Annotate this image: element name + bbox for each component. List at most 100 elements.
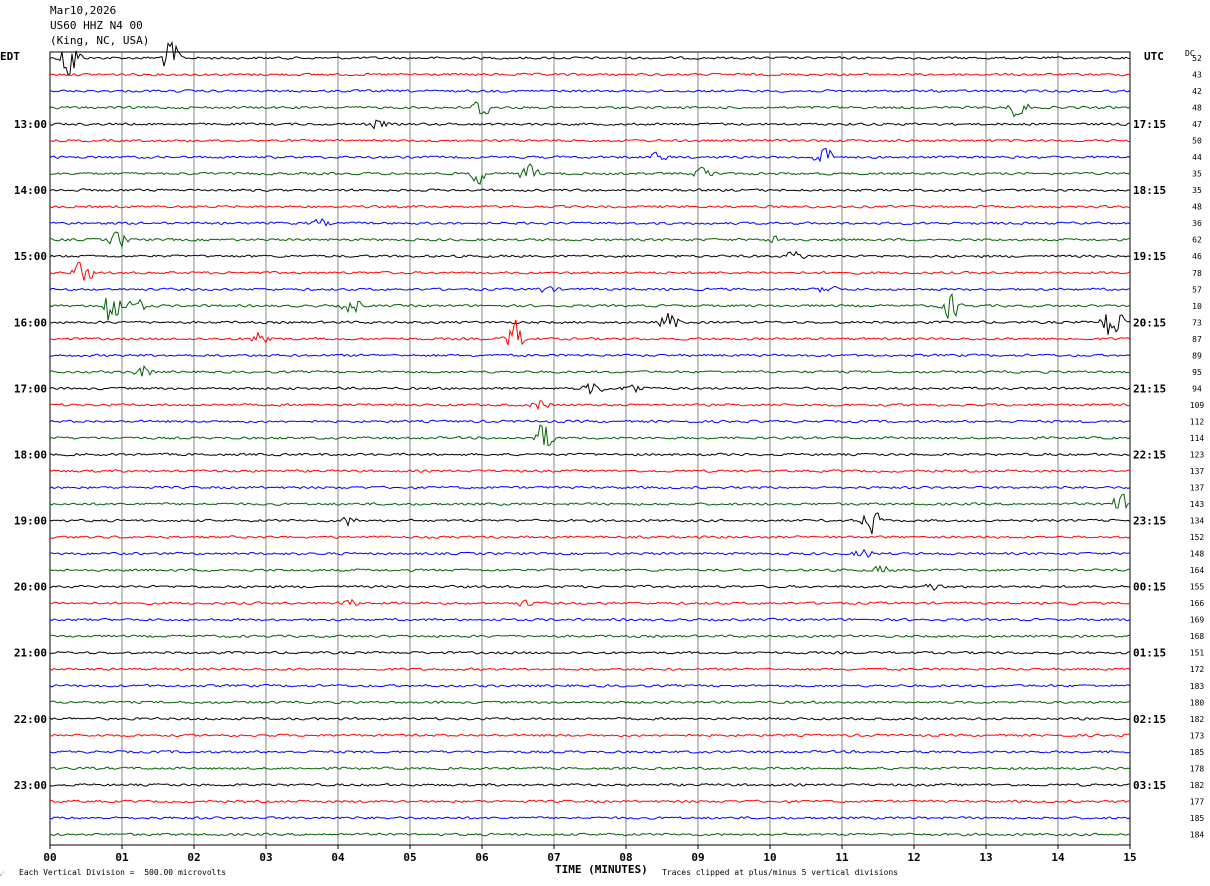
dc-offset-42: 173 [1190,731,1205,740]
x-tick-label-11: 11 [835,851,849,864]
trace-47 [49,816,1131,820]
dc-offset-47: 185 [1190,814,1205,823]
x-tick-label-13: 13 [979,851,992,864]
dc-offset-12: 62 [1192,236,1202,245]
trace-37 [49,650,1131,655]
dc-offset-2: 43 [1192,71,1202,80]
right-timezone-label: UTC [1144,50,1164,63]
trace-1 [49,40,1131,76]
dc-offset-45: 182 [1190,781,1205,790]
dc-offset-39: 183 [1190,682,1205,691]
x-tick-label-05: 05 [403,851,416,864]
trace-24 [49,424,1131,446]
trace-27 [49,485,1131,490]
x-tick-label-03: 03 [259,851,272,864]
utc-hour-label-1815: 18:15 [1133,184,1166,197]
x-tick-label-02: 02 [187,851,200,864]
trace-38 [49,667,1131,671]
x-tick-label-04: 04 [331,851,345,864]
utc-hour-label-2215: 22:15 [1133,448,1166,461]
utc-hour-label-0115: 01:15 [1133,647,1166,660]
dc-label: DC [1185,49,1195,58]
dc-offset-19: 89 [1192,351,1202,360]
x-tick-label-15: 15 [1123,851,1136,864]
dc-offset-26: 137 [1190,467,1205,476]
trace-20 [49,364,1131,377]
trace-36 [50,634,1131,639]
dc-offset-20: 95 [1192,368,1202,377]
x-tick-label-10: 10 [763,851,776,864]
dc-offset-7: 44 [1192,153,1202,162]
dc-offset-17: 73 [1192,318,1202,327]
utc-hour-label-2015: 20:15 [1133,316,1166,329]
dc-offset-31: 148 [1190,550,1205,559]
dc-offset-25: 123 [1190,450,1205,459]
trace-10 [49,204,1131,209]
dc-offset-18: 87 [1192,335,1202,344]
dc-offset-32: 164 [1190,566,1205,575]
trace-25 [49,452,1131,457]
trace-22 [49,400,1131,411]
utc-hour-label-0315: 03:15 [1133,779,1166,792]
dc-offset-43: 185 [1190,748,1205,757]
trace-44 [49,766,1131,771]
dc-offset-9: 35 [1192,186,1202,195]
dc-offset-23: 112 [1190,417,1205,426]
utc-hour-label-0015: 00:15 [1133,581,1166,594]
location-label: (King, NC, USA) [50,34,150,47]
dc-offset-37: 151 [1190,649,1205,658]
clip-note: Traces clipped at plus/minus 5 vertical … [662,868,899,877]
dc-offset-46: 177 [1190,797,1205,806]
dc-offset-27: 137 [1190,484,1205,493]
edt-hour-label-1300: 13:00 [14,118,47,131]
edt-hour-label-1500: 15:00 [14,250,47,263]
dc-offset-13: 46 [1192,252,1202,261]
station-label: US60 HHZ N4 00 [50,19,143,32]
trace-9 [49,188,1131,192]
trace-28 [49,493,1131,510]
dc-offset-33: 155 [1190,583,1205,592]
plot-frame [49,51,1131,846]
trace-40 [49,700,1131,705]
dc-offset-8: 35 [1192,170,1202,179]
dc-offset-3: 42 [1192,87,1202,96]
dc-offset-40: 180 [1190,698,1205,707]
trace-14 [49,262,1131,281]
dc-offset-28: 143 [1190,500,1205,509]
edt-hour-label-1700: 17:00 [14,382,47,395]
edt-hour-label-1400: 14:00 [14,184,47,197]
trace-2 [49,72,1131,77]
trace-35 [49,617,1131,622]
dc-offset-34: 166 [1190,599,1205,608]
trace-15 [49,286,1131,294]
edt-hour-label-1900: 19:00 [14,515,47,528]
dc-offset-41: 182 [1190,715,1205,724]
dc-offset-14: 78 [1192,269,1202,278]
edt-hour-label-2300: 23:00 [14,779,47,792]
dc-offset-16: 10 [1192,302,1202,311]
trace-8 [49,163,1131,185]
dc-offset-48: 184 [1190,830,1205,839]
trace-32 [49,564,1131,573]
trace-48 [49,832,1131,837]
x-tick-label-09: 09 [691,851,704,864]
trace-5 [49,119,1131,130]
dc-offset-21: 94 [1192,384,1202,393]
dc-offset-6: 50 [1192,137,1202,146]
trace-7 [49,148,1131,163]
trace-3 [49,89,1131,93]
date-label: Mar10,2026 [50,4,117,17]
edt-hour-label-1600: 16:00 [14,316,47,329]
trace-19 [49,353,1131,358]
x-axis-title: TIME (MINUTES) [555,863,648,876]
dc-offset-29: 134 [1190,517,1205,526]
trace-4 [49,101,1131,118]
x-tick-label-14: 14 [1051,851,1065,864]
trace-43 [49,749,1131,754]
dc-offset-4: 48 [1192,104,1202,113]
corner-mark: ☄ [0,869,5,878]
dc-offset-44: 178 [1190,764,1205,773]
trace-42 [49,733,1131,738]
x-tick-label-01: 01 [115,851,129,864]
dc-offset-24: 114 [1190,434,1205,443]
